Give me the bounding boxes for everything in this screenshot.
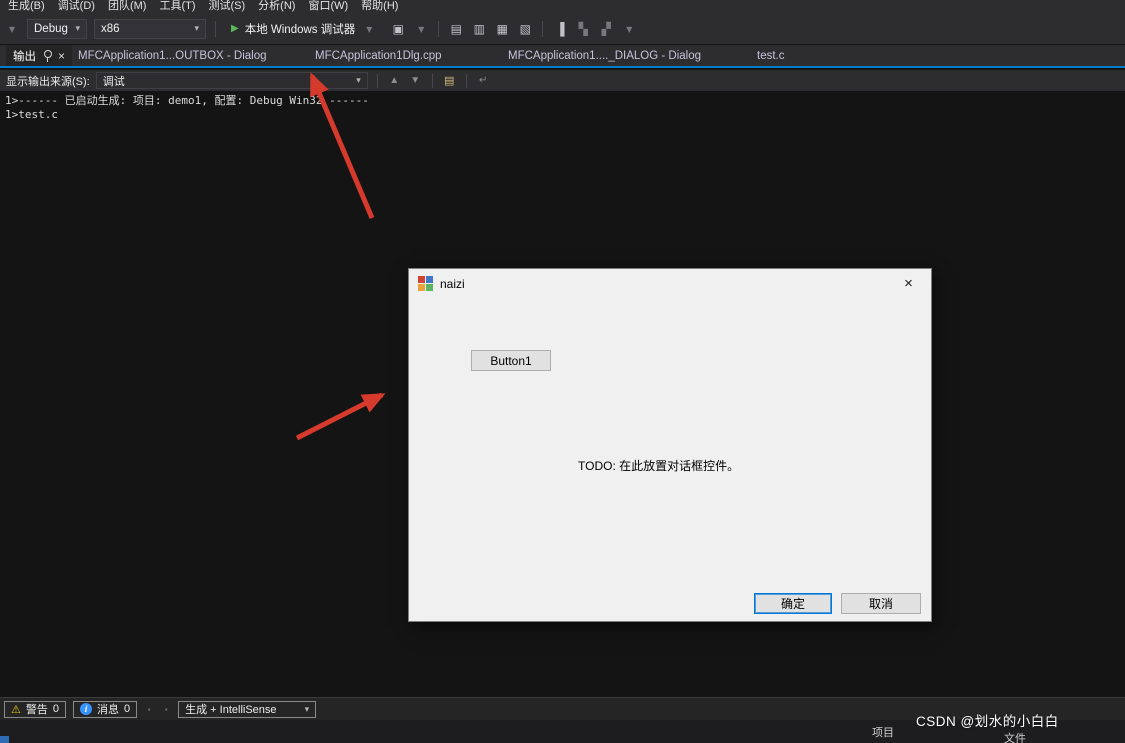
- dialog-close-button[interactable]: ×: [886, 269, 931, 297]
- dialog-titlebar[interactable]: naizi: [409, 269, 931, 298]
- todo-placeholder-text: TODO: 在此放置对话框控件。: [578, 459, 740, 473]
- chevron-down-icon[interactable]: ▾: [413, 22, 429, 36]
- toolbar-separator: [215, 20, 216, 37]
- project-label: 项目: [872, 727, 894, 739]
- output-source-dropdown[interactable]: 调试 ▾: [95, 72, 368, 89]
- build-filter-value: 生成 + IntelliSense: [185, 704, 277, 716]
- csdn-watermark: CSDN @划水的小白白: [916, 714, 1059, 729]
- word-wrap-icon[interactable]: ↵: [476, 75, 491, 86]
- platform-value: x86: [101, 22, 120, 35]
- output-line: 1>------ 已启动生成: 项目: demo1, 配置: Debug Win…: [5, 94, 369, 107]
- menu-item-team[interactable]: 团队(M): [108, 0, 147, 13]
- taskbar-corner-artifact: [0, 736, 9, 743]
- mfc-app-icon: [418, 276, 433, 291]
- toolbar-separator: [376, 73, 378, 88]
- chevron-down-icon: ▾: [75, 23, 80, 33]
- pin-icon[interactable]: [43, 49, 52, 62]
- messages-label: 消息: [97, 704, 119, 716]
- close-icon[interactable]: ×: [58, 50, 65, 62]
- menu-item-analyze[interactable]: 分析(N): [258, 0, 295, 13]
- warnings-button[interactable]: ⚠ 警告 0: [4, 700, 66, 718]
- chevron-down-icon: ▾: [304, 703, 310, 714]
- menu-item-window[interactable]: 窗口(W): [308, 0, 348, 13]
- configuration-value: Debug: [34, 22, 68, 35]
- output-source-value: 调试: [102, 75, 125, 88]
- chevron-down-icon: ▾: [356, 75, 361, 85]
- tab-output-label: 输出: [13, 50, 36, 63]
- vs-ide-window: 生成(B) 调试(D) 团队(M) 工具(T) 测试(S) 分析(N) 窗口(W…: [0, 0, 1125, 743]
- messages-button[interactable]: i 消息 0: [73, 700, 138, 718]
- pane-layout-icon[interactable]: ▣: [390, 22, 406, 36]
- platform-dropdown[interactable]: x86 ▾: [94, 18, 206, 39]
- local-windows-debugger-button[interactable]: ▶ 本地 Windows 调试器 ▾: [225, 18, 383, 40]
- bookmark-icon[interactable]: ▐: [552, 22, 568, 36]
- toolbar-separator: [465, 73, 467, 88]
- toolbar-overflow-icon[interactable]: ▾: [621, 22, 637, 36]
- tab-test-c[interactable]: test.c: [757, 45, 784, 66]
- menu-item-test[interactable]: 测试(S): [209, 0, 246, 13]
- toolbar-overflow-icon[interactable]: ▾: [4, 22, 20, 36]
- file-label: 文件: [1004, 733, 1026, 743]
- messages-count: 0: [124, 703, 131, 715]
- menu-item-debug[interactable]: 调试(D): [58, 0, 95, 13]
- build-intellisense-dropdown[interactable]: 生成 + IntelliSense ▾: [178, 700, 317, 718]
- clear-all-icon[interactable]: ▤: [442, 74, 457, 87]
- standard-toolbar: ▾ Debug ▾ x86 ▾ ▶ 本地 Windows 调试器 ▾ ▣ ▾ ▤…: [0, 13, 1125, 44]
- prev-bookmark-icon[interactable]: ▚: [575, 22, 591, 36]
- warning-icon: ⚠: [11, 703, 21, 716]
- dialog-title: naizi: [440, 276, 465, 291]
- align-controls-icon[interactable]: ▥: [471, 22, 487, 36]
- next-message-icon[interactable]: ▼: [408, 75, 423, 86]
- same-size-icon[interactable]: ▧: [517, 22, 533, 36]
- tab-outbox-dialog[interactable]: MFCApplication1...OUTBOX - Dialog: [78, 45, 267, 66]
- menu-item-build[interactable]: 生成(B): [8, 0, 45, 13]
- warnings-count: 0: [52, 703, 59, 715]
- ok-button[interactable]: 确定: [754, 593, 832, 614]
- debugger-button-label: 本地 Windows 调试器: [244, 23, 356, 36]
- tab-mfcapplication1dlg-cpp[interactable]: MFCApplication1Dlg.cpp: [315, 45, 442, 66]
- filter-icon[interactable]: ▪: [144, 705, 154, 714]
- naizi-dialog: naizi × Button1 TODO: 在此放置对话框控件。 确定 取消: [408, 268, 932, 622]
- toggle-grid-icon[interactable]: ▤: [448, 22, 464, 36]
- document-tabbar: 输出 × MFCApplication1...OUTBOX - Dialog M…: [0, 45, 1125, 68]
- cancel-button[interactable]: 取消: [841, 593, 921, 614]
- button1[interactable]: Button1: [471, 350, 551, 371]
- output-source-label: 显示输出来源(S):: [6, 75, 90, 88]
- prev-message-icon[interactable]: ▲: [387, 75, 402, 86]
- space-evenly-icon[interactable]: ▦: [494, 22, 510, 36]
- info-icon: i: [80, 703, 92, 715]
- chevron-down-icon: ▾: [194, 23, 199, 33]
- toolbar-separator: [438, 20, 440, 37]
- output-line: 1>test.c: [5, 108, 58, 121]
- chevron-down-icon: ▾: [366, 21, 373, 36]
- menu-item-tools[interactable]: 工具(T): [159, 0, 195, 13]
- toolbar-separator: [431, 73, 433, 88]
- tab-output[interactable]: 输出 ×: [6, 45, 73, 66]
- menubar: 生成(B) 调试(D) 团队(M) 工具(T) 测试(S) 分析(N) 窗口(W…: [0, 0, 1125, 13]
- configuration-dropdown[interactable]: Debug ▾: [27, 18, 87, 39]
- toolbar-separator: [542, 20, 544, 37]
- close-icon: ×: [904, 274, 913, 292]
- tab-dialog-resource[interactable]: MFCApplication1...._DIALOG - Dialog: [508, 45, 701, 66]
- menu-item-help[interactable]: 帮助(H): [361, 0, 398, 13]
- warnings-label: 警告: [25, 704, 48, 716]
- filter-icon[interactable]: ▪: [161, 705, 171, 714]
- play-icon: ▶: [231, 23, 239, 34]
- next-bookmark-icon[interactable]: ▞: [598, 22, 614, 36]
- output-toolbar: 显示输出来源(S): 调试 ▾ ▲ ▼ ▤ ↵: [0, 70, 1125, 91]
